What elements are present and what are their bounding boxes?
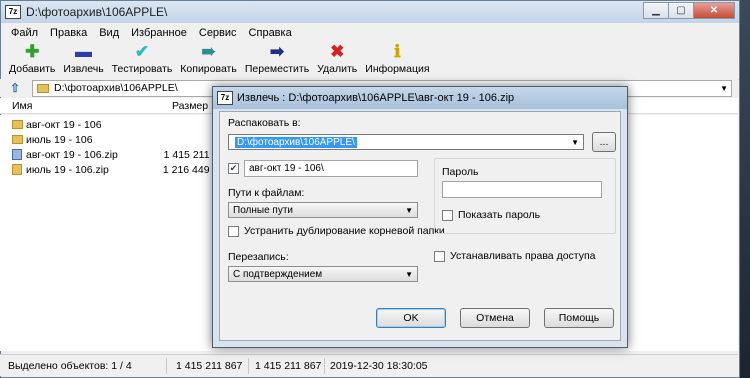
- menu-tools[interactable]: Сервис: [193, 27, 243, 39]
- toolbar-button-move-arrow[interactable]: ➡ Переместить: [241, 42, 313, 75]
- chevron-down-icon[interactable]: ▼: [571, 138, 579, 147]
- up-folder-icon[interactable]: ⇧: [6, 80, 24, 96]
- toolbar-button-info[interactable]: ℹ Информация: [361, 42, 433, 75]
- check-icon: ✔: [134, 42, 150, 61]
- folder-icon: [12, 135, 23, 144]
- toolbar-button-plus[interactable]: ✚ Добавить: [5, 42, 59, 75]
- column-header-name[interactable]: Имя: [12, 100, 32, 112]
- minimize-button[interactable]: ▁: [643, 2, 669, 19]
- chevron-down-icon[interactable]: ▼: [405, 270, 413, 279]
- toolbar-button-label: Добавить: [9, 63, 56, 75]
- status-divider: [248, 358, 249, 374]
- list-item[interactable]: авг-окт 19 - 106: [0, 117, 230, 132]
- toolbar-button-label: Тестировать: [111, 63, 173, 75]
- title-bar: 7z D:\фотоархив\106APPLE\ ▁ ▢ ✕: [1, 1, 739, 23]
- info-icon: ℹ: [394, 42, 401, 61]
- folder-icon: [12, 120, 23, 129]
- show-password-label: Показать пароль: [458, 209, 541, 221]
- menu-favorites[interactable]: Избранное: [125, 27, 193, 39]
- password-label: Пароль: [442, 166, 479, 178]
- overwrite-select[interactable]: С подтверждением ▼: [228, 266, 418, 282]
- file-name: июль 19 - 106: [26, 133, 93, 146]
- address-path: D:\фотоархив\106APPLE\: [54, 82, 178, 94]
- toolbar-button-label: Переместить: [244, 63, 310, 75]
- dialog-title: Извлечь : D:\фотоархив\106APPLE\авг-окт …: [237, 92, 515, 104]
- menu-file[interactable]: Файл: [5, 27, 44, 39]
- list-item[interactable]: июль 19 - 106.zip 1 216 449 037: [0, 162, 230, 177]
- folder-icon: [37, 83, 49, 93]
- column-header-size[interactable]: Размер: [172, 100, 208, 112]
- password-input[interactable]: [442, 181, 602, 198]
- dialog-body: Распаковать в: D:\фотоархив\106APPLE\ ▼ …: [219, 111, 621, 341]
- close-button[interactable]: ✕: [693, 2, 735, 19]
- status-divider: [166, 358, 167, 374]
- eliminate-root-label: Устранить дублирование корневой папки: [244, 225, 445, 237]
- file-name: авг-окт 19 - 106: [26, 118, 102, 131]
- chevron-down-icon[interactable]: ▼: [720, 84, 728, 93]
- status-bar: Выделено объектов: 1 / 4 1 415 211 867 1…: [0, 354, 738, 376]
- ok-button[interactable]: OK: [376, 308, 446, 328]
- copy-arrow-icon: ➠: [201, 42, 216, 61]
- window-controls: ▁ ▢ ✕: [643, 2, 735, 19]
- toolbar: ✚ Добавить ▬ Извлечь ✔ Тестировать ➠ Копировать…: [1, 42, 739, 80]
- show-password-checkbox[interactable]: [442, 210, 453, 221]
- window-title: D:\фотоархив\106APPLE\: [26, 5, 168, 19]
- subfolder-checkbox[interactable]: ✔: [228, 163, 239, 174]
- eliminate-root-checkbox[interactable]: [228, 226, 239, 237]
- file-name: июль 19 - 106.zip: [26, 163, 109, 176]
- plus-icon: ✚: [25, 42, 40, 61]
- extract-dialog: 7z Извлечь : D:\фотоархив\106APPLE\авг-о…: [212, 86, 628, 348]
- menu-help[interactable]: Справка: [243, 27, 298, 39]
- app-logo-icon: 7z: [5, 5, 21, 19]
- maximize-button[interactable]: ▢: [668, 2, 694, 19]
- move-arrow-icon: ➡: [269, 42, 285, 61]
- paths-select[interactable]: Полные пути ▼: [228, 202, 418, 218]
- subfolder-value: авг-окт 19 - 106\: [249, 163, 324, 174]
- paths-label: Пути к файлам:: [228, 187, 305, 199]
- file-name: авг-окт 19 - 106.zip: [26, 148, 118, 161]
- dialog-title-bar: 7z Извлечь : D:\фотоархив\106APPLE\авг-о…: [213, 87, 627, 109]
- app-logo-icon: 7z: [217, 91, 233, 105]
- menu-bar: Файл Правка Вид Избранное Сервис Справка: [1, 23, 739, 42]
- toolbar-button-check[interactable]: ✔ Тестировать: [108, 42, 177, 75]
- paths-value: Полные пути: [233, 204, 293, 216]
- delete-icon: ✖: [330, 42, 345, 61]
- cancel-button[interactable]: Отмена: [460, 308, 530, 328]
- toolbar-button-copy-arrow[interactable]: ➠ Копировать: [176, 42, 241, 75]
- menu-view[interactable]: Вид: [93, 27, 125, 39]
- toolbar-button-label: Информация: [365, 63, 430, 75]
- extract-to-value: D:\фотоархив\106APPLE\: [235, 136, 357, 148]
- extract-to-label: Распаковать в:: [228, 117, 301, 129]
- zip-file-icon: [12, 149, 22, 160]
- toolbar-button-label: Удалить: [317, 63, 358, 75]
- set-access-checkbox[interactable]: [434, 251, 445, 262]
- status-datetime: 2019-12-30 18:30:05: [330, 360, 428, 372]
- overwrite-label: Перезапись:: [228, 251, 289, 263]
- toolbar-button-minus[interactable]: ▬ Извлечь: [59, 42, 107, 75]
- chevron-down-icon[interactable]: ▼: [405, 206, 413, 215]
- zip-file-icon: [12, 164, 22, 175]
- list-item[interactable]: авг-окт 19 - 106.zip 1 415 211 867: [0, 147, 230, 162]
- menu-edit[interactable]: Правка: [44, 27, 93, 39]
- list-item[interactable]: июль 19 - 106: [0, 132, 230, 147]
- status-selected: Выделено объектов: 1 / 4: [8, 360, 132, 372]
- subfolder-field[interactable]: авг-окт 19 - 106\: [244, 160, 418, 177]
- overwrite-value: С подтверждением: [233, 268, 323, 280]
- toolbar-button-delete[interactable]: ✖ Удалить: [313, 42, 361, 75]
- toolbar-button-label: Извлечь: [63, 63, 104, 75]
- help-button[interactable]: Помощь: [544, 308, 614, 328]
- status-packed-size: 1 415 211 867: [255, 360, 322, 372]
- status-size: 1 415 211 867: [176, 360, 243, 372]
- status-divider: [324, 358, 325, 374]
- minus-icon: ▬: [75, 42, 93, 61]
- set-access-label: Устанавливать права доступа: [450, 250, 596, 262]
- toolbar-button-label: Копировать: [180, 63, 237, 75]
- browse-button[interactable]: ...: [592, 132, 616, 152]
- extract-to-combo[interactable]: D:\фотоархив\106APPLE\ ▼: [228, 134, 584, 150]
